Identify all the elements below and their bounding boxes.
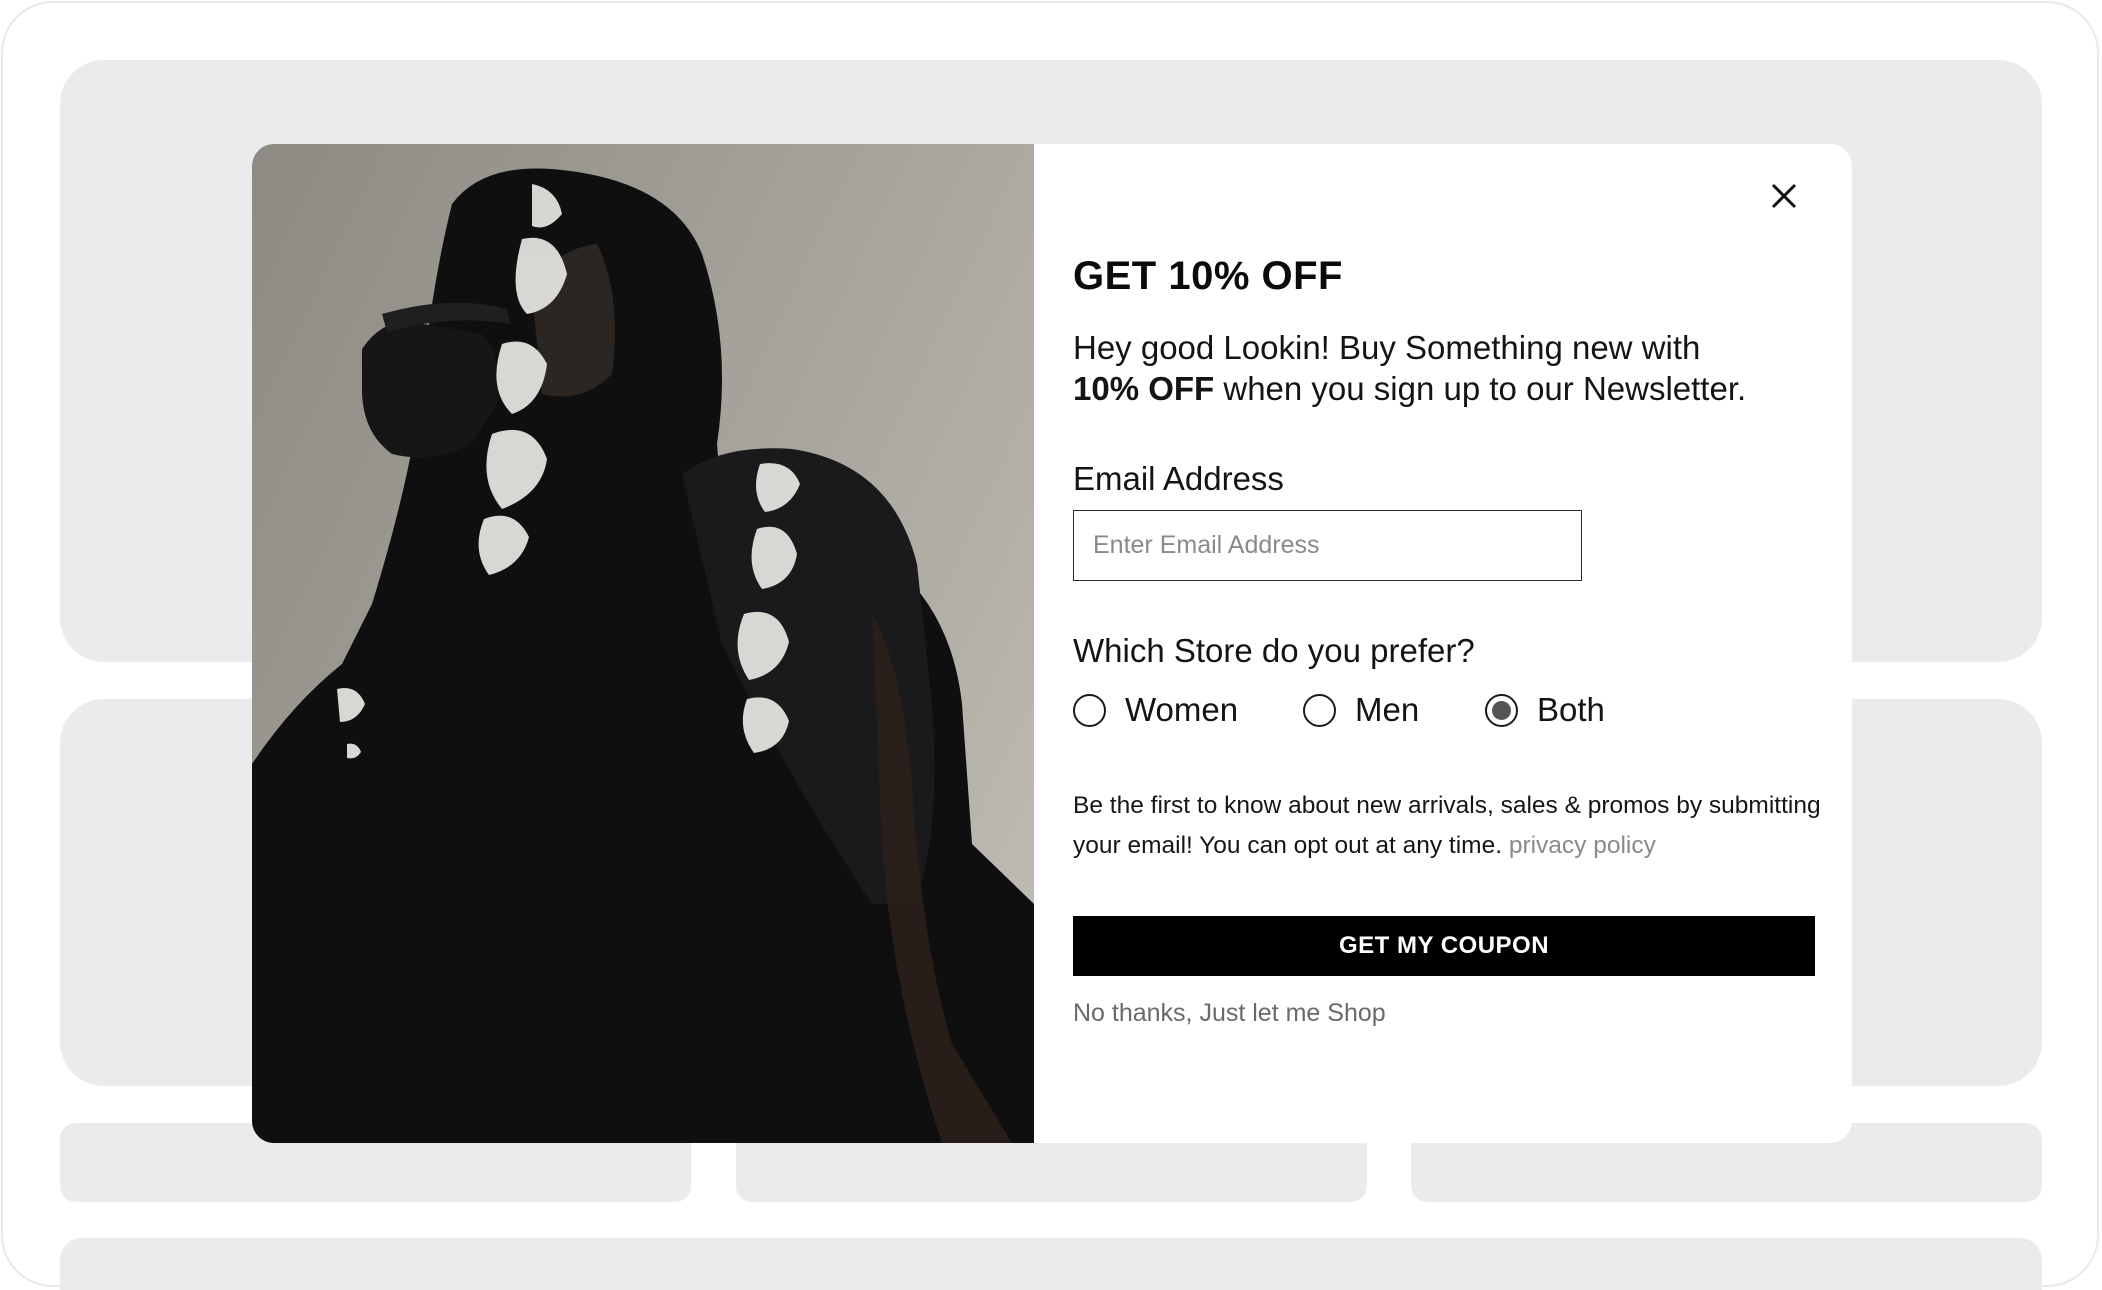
radio-circle xyxy=(1073,693,1106,727)
subtitle-line: Hey good Lookin! Buy Something new with xyxy=(1073,329,1701,366)
newsletter-popup: GET 10% OFF Hey good Lookin! Buy Somethi… xyxy=(252,144,1852,1143)
popup-title: GET 10% OFF xyxy=(1073,254,1343,298)
close-button[interactable] xyxy=(1764,176,1804,216)
email-label: Email Address xyxy=(1073,460,1284,497)
subtitle-discount: 10% OFF xyxy=(1073,370,1215,407)
disclaimer-text: Be the first to know about new arrivals,… xyxy=(1073,786,1852,866)
radio-circle-selected xyxy=(1485,693,1518,727)
get-coupon-button[interactable]: GET MY COUPON xyxy=(1073,916,1815,976)
radio-dot xyxy=(1492,700,1511,720)
store-question: Which Store do you prefer? xyxy=(1073,632,1475,669)
radio-label: Women xyxy=(1125,691,1239,728)
subtitle-rest: when you sign up to our Newsletter. xyxy=(1214,370,1747,407)
privacy-policy-link[interactable]: privacy policy xyxy=(1509,832,1656,859)
hoodie-models-photo xyxy=(252,144,1034,1143)
email-input[interactable] xyxy=(1073,510,1582,581)
popup-subtitle: Hey good Lookin! Buy Something new with … xyxy=(1073,327,1793,409)
radio-women[interactable]: Women xyxy=(1073,691,1238,729)
radio-men[interactable]: Men xyxy=(1303,691,1419,729)
radio-label: Men xyxy=(1355,691,1420,728)
store-radio-group: Women Men Both xyxy=(1073,691,1793,731)
disclaimer-body: Be the first to know about new arrivals,… xyxy=(1073,792,1821,859)
radio-label: Both xyxy=(1537,691,1605,728)
radio-circle xyxy=(1303,693,1336,727)
background-placeholder-footer xyxy=(60,1238,2042,1290)
radio-both[interactable]: Both xyxy=(1485,691,1605,729)
close-icon xyxy=(1771,183,1797,209)
popup-content: GET 10% OFF Hey good Lookin! Buy Somethi… xyxy=(1034,144,1852,1143)
dismiss-link[interactable]: No thanks, Just let me Shop xyxy=(1073,999,1386,1028)
